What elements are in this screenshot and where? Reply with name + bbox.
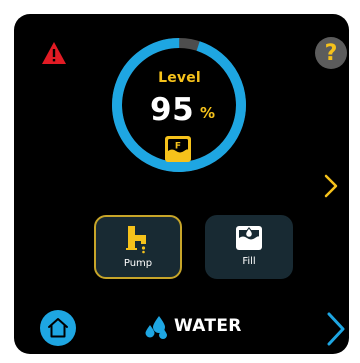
tank-badge-letter: F	[175, 142, 181, 152]
chevron-right-icon[interactable]	[323, 174, 339, 198]
help-button[interactable]: ?	[315, 37, 347, 69]
help-label: ?	[324, 40, 338, 66]
fill-button[interactable]: Fill	[205, 215, 293, 279]
pump-label: Pump	[123, 258, 153, 269]
next-chevron-icon[interactable]	[326, 312, 346, 346]
level-title: Level	[158, 70, 201, 86]
warning-icon[interactable]	[41, 41, 67, 65]
pump-button[interactable]: Pump	[94, 215, 182, 279]
fill-label: Fill	[242, 256, 256, 267]
device-screen: ? Level 95 % F Pump Fill WATER	[14, 14, 349, 354]
home-button[interactable]	[40, 310, 76, 346]
tank-full-icon: F	[165, 136, 191, 162]
tank-fill-icon	[236, 226, 262, 250]
section-label: WATER	[174, 316, 242, 336]
faucet-icon	[126, 226, 146, 254]
level-value: 95	[150, 92, 195, 128]
water-drops-icon	[145, 316, 167, 339]
home-icon	[48, 318, 68, 338]
level-unit: %	[200, 104, 216, 122]
level-readout: 95 %	[144, 92, 224, 130]
